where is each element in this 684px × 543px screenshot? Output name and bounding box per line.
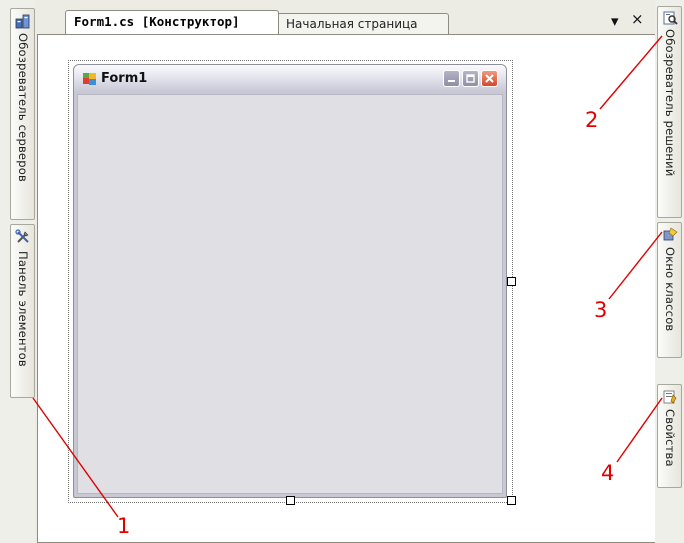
annotation-line-3 — [608, 231, 663, 300]
annotation-2: 2 — [585, 108, 599, 132]
annotation-1: 1 — [117, 514, 131, 538]
annotation-3: 3 — [594, 298, 608, 322]
annotation-lines — [32, 35, 663, 518]
annotation-line-1 — [32, 397, 119, 518]
annotation-line-4 — [616, 397, 663, 463]
annotation-4: 4 — [601, 461, 615, 485]
annotation-line-2 — [599, 35, 663, 110]
